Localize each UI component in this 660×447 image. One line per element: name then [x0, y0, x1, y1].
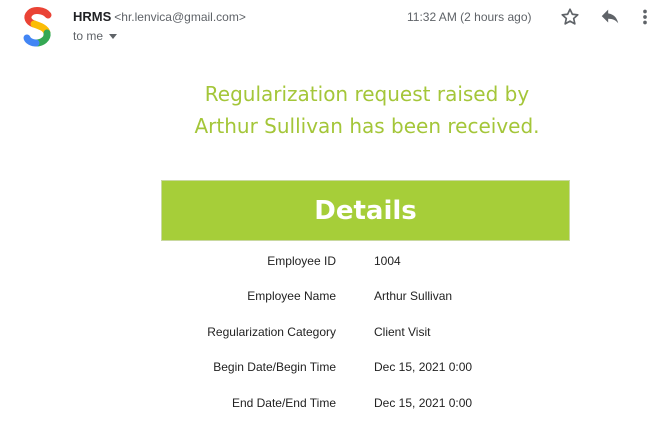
detail-label: Regularization Category	[207, 325, 336, 339]
detail-value: Client Visit	[374, 325, 431, 339]
detail-value: Dec 15, 2021 0:00	[374, 396, 473, 410]
detail-label: Begin Date/Begin Time	[213, 360, 336, 374]
reply-icon[interactable]	[599, 6, 621, 28]
headline-line-2: Arthur Sullivan has been received.	[194, 114, 540, 138]
details-banner: Details	[161, 180, 570, 241]
detail-row-employee-id: Employee ID 1004	[0, 254, 660, 274]
detail-value: Dec 15, 2021 0:00	[374, 360, 473, 374]
sender-email: <hr.lenvica@gmail.com>	[114, 10, 246, 24]
sender-line: HRMS <hr.lenvica@gmail.com>	[73, 9, 246, 24]
email-timestamp: 11:32 AM (2 hours ago)	[407, 10, 532, 24]
recipient-details-toggle[interactable]: to me	[73, 29, 118, 43]
detail-row-regularization-category: Regularization Category Client Visit	[0, 325, 660, 345]
email-view: HRMS <hr.lenvica@gmail.com> to me 11:32 A…	[0, 0, 660, 447]
details-title: Details	[314, 195, 417, 226]
detail-row-employee-name: Employee Name Arthur Sullivan	[0, 289, 660, 309]
detail-label: Employee Name	[247, 289, 336, 303]
recipient-label: to me	[73, 29, 104, 43]
detail-value: Arthur Sullivan	[374, 289, 453, 303]
chevron-down-icon	[109, 34, 118, 39]
detail-label: Employee ID	[267, 254, 336, 268]
sender-name[interactable]: HRMS	[73, 9, 111, 24]
star-icon[interactable]	[559, 6, 581, 28]
detail-row-begin-date: Begin Date/Begin Time Dec 15, 2021 0:00	[0, 360, 660, 380]
detail-label: End Date/End Time	[231, 396, 336, 410]
email-headline: Regularization request raised by Arthur …	[0, 78, 660, 142]
detail-value: 1004	[374, 254, 401, 268]
headline-line-1: Regularization request raised by	[204, 82, 530, 106]
detail-row-end-date: End Date/End Time Dec 15, 2021 0:00	[0, 396, 660, 416]
more-vert-icon[interactable]	[638, 6, 652, 28]
sender-avatar-logo	[23, 7, 52, 47]
